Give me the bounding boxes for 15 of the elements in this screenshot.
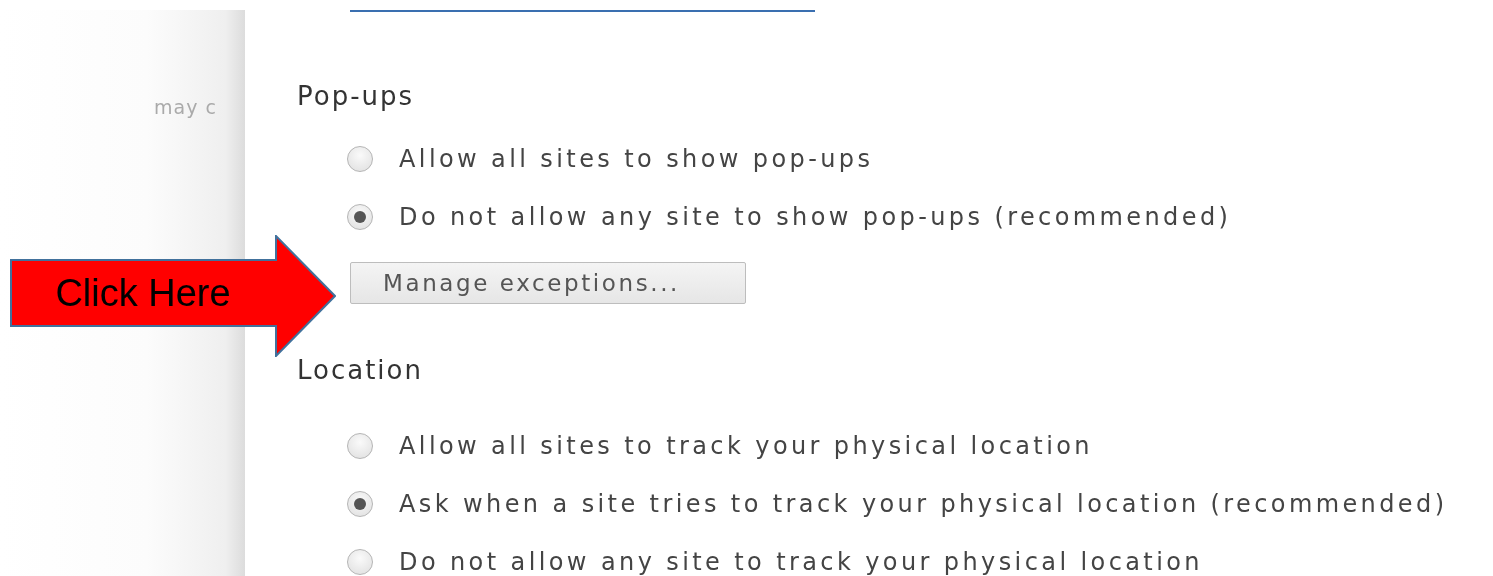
- radio-label: Do not allow any site to show pop-ups (recommended): [399, 202, 1232, 231]
- radio-button[interactable]: [347, 145, 373, 172]
- callout-label: Click Here: [54, 270, 232, 316]
- manage-exceptions-button[interactable]: Manage exceptions...: [350, 261, 746, 304]
- radio-label: Ask when a site tries to track your physical location (recommended): [399, 490, 1448, 518]
- radio-button[interactable]: [347, 549, 373, 575]
- section-heading: Pop-ups: [297, 80, 416, 111]
- radio-label: Allow all sites to show pop-ups: [399, 144, 874, 173]
- radio-button[interactable]: [347, 491, 373, 517]
- radio-label: Do not allow any site to track your physical location: [399, 548, 1203, 576]
- section-heading: Location: [297, 355, 424, 385]
- cut-off-text: may c: [154, 96, 217, 118]
- radio-button[interactable]: [347, 203, 373, 230]
- radio-button[interactable]: [347, 433, 373, 459]
- radio-label: Allow all sites to track your physical location: [399, 432, 1093, 460]
